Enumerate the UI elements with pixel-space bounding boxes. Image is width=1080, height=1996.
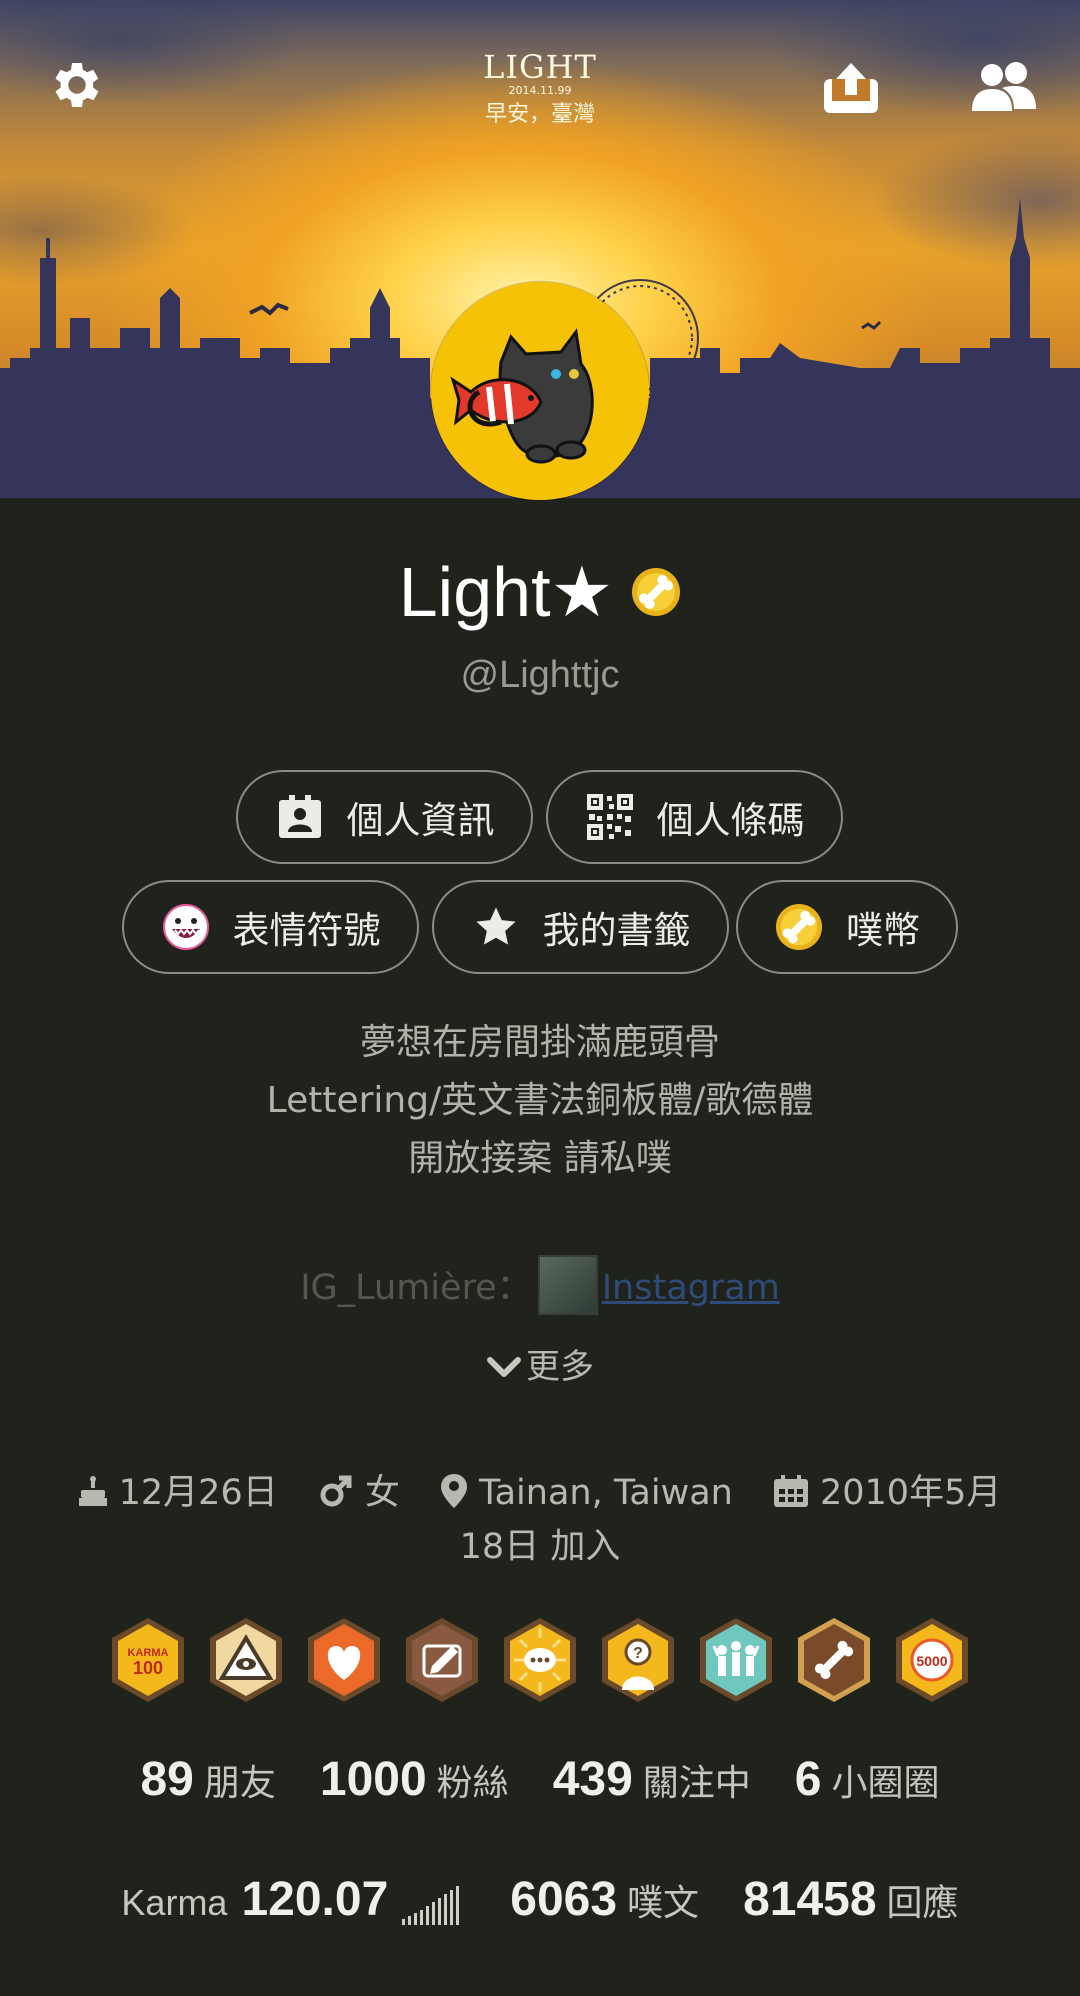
speech-bubble-badge-icon[interactable] [500,1616,580,1704]
fans-label: 粉絲 [436,1762,509,1803]
plurk-coin-icon [632,567,681,616]
logo-date: 2014.11.99 [508,84,572,97]
location-pin-icon [441,1474,468,1508]
app-logo: LIGHT 2014.11.99 早安，臺灣 [440,50,640,130]
following-count: 439 [552,1753,633,1806]
achievement-badges: KARMA 100 ? 5000 [108,1616,978,1704]
calendar-icon [774,1475,808,1507]
responses-label: 回應 [886,1882,959,1923]
ig-label: IG_Lumière： [300,1268,532,1308]
chevron-down-icon [487,1356,521,1377]
user-avatar[interactable] [431,282,649,500]
bookmarks-button[interactable]: 我的書籤 [432,880,729,974]
friends-stat[interactable]: 89 朋友 [140,1753,275,1806]
crowd-badge-icon[interactable] [696,1616,776,1704]
fans-stat[interactable]: 1000 粉絲 [320,1753,509,1806]
coins-button[interactable]: 噗幣 [736,880,958,974]
responses-stat[interactable]: 81458 回應 [743,1873,959,1926]
joined-date-line1: 2010年5月 [820,1473,1002,1513]
bone-badge-icon[interactable] [794,1616,874,1704]
friends-count: 89 [140,1753,194,1806]
coin-icon [774,902,824,952]
settings-button[interactable] [44,52,110,118]
share-button[interactable] [818,54,884,120]
instagram-row: IG_Lumière： Instagram [0,1255,1080,1319]
friends-button[interactable] [970,54,1038,120]
friends-label: 朋友 [203,1762,276,1803]
plurks-stat[interactable]: 6063 噗文 [510,1873,699,1926]
profile-meta: 12月26日 女 Tainan, Taiwan 2010年5月 18日 加入 [70,1466,1010,1574]
plurks-label: 噗文 [627,1882,700,1923]
cat-avatar-icon [431,282,649,500]
star-icon [471,902,521,952]
personal-info-button[interactable]: 個人資訊 [236,770,533,864]
instagram-link[interactable]: Instagram [602,1268,780,1308]
cliques-label: 小圈圈 [831,1762,940,1803]
activity-stats-row: Karma 120.07 6063 噗文 81458 回應 [0,1872,1080,1931]
pencil-badge-icon[interactable] [402,1616,482,1704]
emoticon-face-icon [161,902,211,952]
contact-card-icon [275,792,325,842]
joined-date-line2: 18日 加入 [459,1527,621,1567]
user-handle: @Lighttjc [460,654,620,696]
question-badge-icon[interactable]: ? [598,1616,678,1704]
heart-badge-icon[interactable] [304,1616,384,1704]
5000-badge-icon[interactable]: 5000 [892,1616,972,1704]
cliques-count: 6 [794,1753,822,1806]
gender-value: 女 [364,1473,400,1513]
display-name-row: Light★ [0,552,1080,632]
karma-value: 120.07 [241,1873,389,1926]
bio-line-2: Lettering/英文書法銅板體/歌德體 [266,1080,814,1121]
qrcode-icon [585,792,635,842]
personal-qrcode-label: 個人條碼 [656,799,805,842]
karma-stat[interactable]: Karma 120.07 [121,1873,466,1926]
greeting-text: 早安，臺灣 [484,102,595,127]
responses-count: 81458 [743,1873,877,1926]
display-name: Light★ [398,553,614,631]
bookmarks-label: 我的書籤 [542,909,691,952]
svg-text:100: 100 [133,1658,163,1678]
fans-count: 1000 [319,1753,427,1806]
logo-text: LIGHT [483,48,597,86]
male-gender-icon [320,1475,352,1507]
following-label: 關注中 [642,1762,751,1803]
birthday-value: 12月26日 [118,1473,278,1513]
location-value: Tainan, Taiwan [479,1473,733,1513]
gear-icon [55,63,99,107]
bio-line-3: 開放接案 請私噗 [408,1138,672,1179]
instagram-thumbnail [537,1255,598,1315]
upload-icon [824,63,878,113]
emoticons-label: 表情符號 [232,909,381,952]
svg-text:5000: 5000 [916,1653,947,1669]
plurks-count: 6063 [510,1873,618,1926]
following-stat[interactable]: 439 關注中 [553,1753,751,1806]
karma-label: Karma [121,1882,228,1923]
karma-100-badge-icon[interactable]: KARMA 100 [108,1616,188,1704]
eye-pyramid-badge-icon[interactable] [206,1616,286,1704]
coins-label: 噗幣 [846,909,920,952]
bio-line-1: 夢想在房間掛滿鹿頭骨 [359,1022,720,1063]
show-more-label: 更多 [526,1347,594,1387]
users-icon [972,62,1036,111]
emoticons-button[interactable]: 表情符號 [122,880,419,974]
cliques-stat[interactable]: 6 小圈圈 [795,1753,940,1806]
svg-text:?: ? [633,1645,643,1662]
personal-info-label: 個人資訊 [346,799,495,842]
show-more-button[interactable]: 更多 [0,1342,1080,1392]
karma-signal-icon [402,1885,460,1925]
birthday-cake-icon [78,1476,107,1506]
social-stats-row: 89 朋友 1000 粉絲 439 關注中 6 小圈圈 [0,1752,1080,1807]
personal-qrcode-button[interactable]: 個人條碼 [546,770,843,864]
